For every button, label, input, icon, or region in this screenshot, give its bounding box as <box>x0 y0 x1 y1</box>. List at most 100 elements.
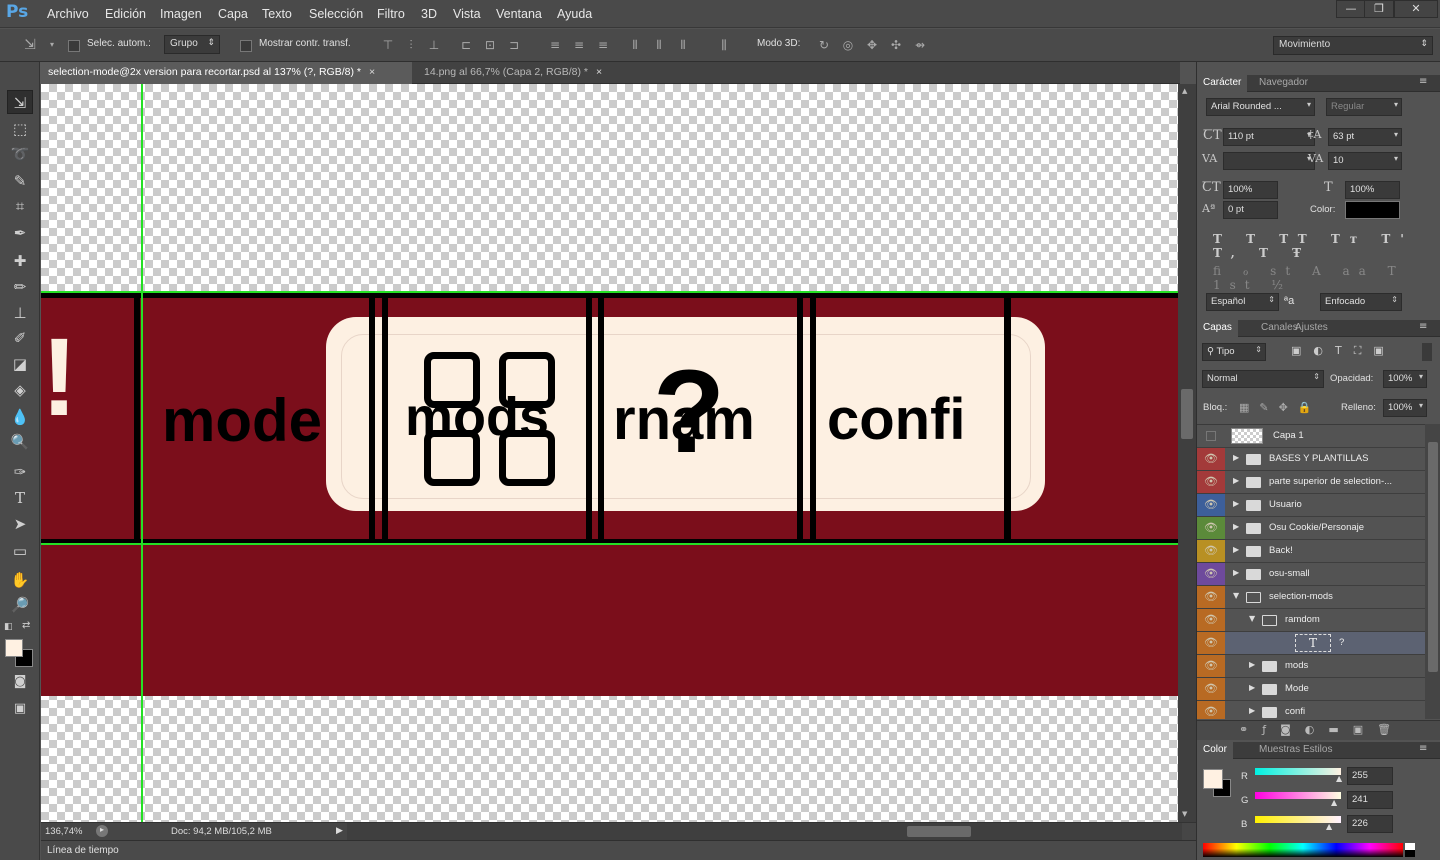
font-family-select[interactable]: Arial Rounded ... ▾ <box>1206 98 1315 116</box>
eye-icon[interactable]: 👁 <box>1197 540 1225 562</box>
eye-icon[interactable]: 👁 <box>1197 655 1225 677</box>
chevron-right-icon[interactable]: ▶ <box>1233 545 1239 554</box>
layer-row[interactable]: Capa 1 <box>1197 425 1425 448</box>
history-brush-tool-icon[interactable]: ✐ <box>7 326 33 350</box>
crop-tool-icon[interactable]: ⌗ <box>7 194 33 218</box>
hand-tool-icon[interactable]: ✋ <box>7 568 33 592</box>
layer-row[interactable]: 👁 ▶ Osu Cookie/Personaje <box>1197 517 1425 540</box>
rotate-3d-icon[interactable]: ↻ <box>816 37 832 53</box>
distribute-left-icon[interactable]: ⦀ <box>627 37 643 53</box>
close-window-button[interactable]: ✕ <box>1394 0 1438 18</box>
lock-icons[interactable]: ▦✎✥🔒 <box>1239 401 1322 414</box>
move-tool-preset-icon[interactable]: ⇲ <box>22 37 38 53</box>
roll-3d-icon[interactable]: ◎ <box>840 37 856 53</box>
b-value-field[interactable]: 226 <box>1347 815 1393 833</box>
canvas-vertical-scrollbar[interactable]: ▲ ▼ <box>1178 84 1196 822</box>
text-style-icons[interactable]: T T TT Tт T' T, T Ŧ <box>1213 232 1440 260</box>
vertical-scale-field[interactable]: 100% <box>1223 181 1278 199</box>
paint-bucket-tool-icon[interactable]: ◈ <box>7 378 33 402</box>
tracking-field[interactable]: 10 ▾ <box>1328 152 1402 170</box>
dodge-tool-icon[interactable]: 🔍 <box>7 430 33 454</box>
panel-menu-icon[interactable]: ≡ <box>1419 321 1427 332</box>
layer-row[interactable]: 👁 ▶ parte superior de selection-... <box>1197 471 1425 494</box>
opacity-field[interactable]: 100% ▾ <box>1383 370 1427 388</box>
move-tool-icon[interactable]: ⇲ <box>7 90 33 114</box>
align-top-icon[interactable]: ⊤ <box>380 37 396 53</box>
eye-icon[interactable]: 👁 <box>1197 517 1225 539</box>
align-left-icon[interactable]: ⊏ <box>458 37 474 53</box>
baseline-shift-field[interactable]: 0 pt <box>1223 201 1278 219</box>
eye-icon[interactable]: 👁 <box>1197 471 1225 493</box>
chevron-right-icon[interactable]: ▶ <box>1233 522 1239 531</box>
menu-ayuda[interactable]: Ayuda <box>557 7 592 21</box>
g-slider-thumb[interactable]: ▲ <box>1331 798 1337 807</box>
g-slider[interactable] <box>1255 792 1341 799</box>
menu-seleccion[interactable]: Selección <box>309 7 363 21</box>
path-selection-tool-icon[interactable]: ➤ <box>7 512 33 536</box>
restore-button[interactable]: ❐ <box>1364 0 1394 18</box>
color-spectrum-bar[interactable] <box>1203 843 1403 857</box>
tab-caracter[interactable]: Carácter <box>1197 75 1248 92</box>
layer-row[interactable]: 👁 ▶ confi <box>1197 701 1425 719</box>
eye-icon[interactable]: 👁 <box>1197 701 1225 719</box>
status-arrow-icon[interactable]: ▶ <box>336 825 343 836</box>
auto-align-icon[interactable]: ⫼ <box>716 37 732 53</box>
menu-filtro[interactable]: Filtro <box>377 7 405 21</box>
lasso-tool-icon[interactable]: ➰ <box>7 142 33 166</box>
chevron-right-icon[interactable]: ▶ <box>1233 476 1239 485</box>
tab-selection-mode-psd[interactable]: selection-mode@2x version para recortar.… <box>40 62 412 84</box>
scroll-down-icon[interactable]: ▼ <box>1182 810 1187 818</box>
align-bottom-icon[interactable]: ⊥ <box>426 37 442 53</box>
layer-filter-icons[interactable]: ▣◐T⛶▣ <box>1291 344 1396 358</box>
document-canvas[interactable]: ! mode mods ? rnam confi <box>41 84 1178 822</box>
layers-scroll-thumb[interactable] <box>1428 442 1438 672</box>
quick-selection-tool-icon[interactable]: ✎ <box>7 169 33 193</box>
minimize-button[interactable]: — <box>1336 0 1366 18</box>
screen-mode-icon[interactable]: ▣ <box>7 697 33 721</box>
tab-ajustes[interactable]: Ajustes <box>1289 320 1334 337</box>
menu-archivo[interactable]: Archivo <box>47 7 89 21</box>
eye-icon[interactable]: 👁 <box>1197 563 1225 585</box>
quick-mask-icon[interactable]: ◙ <box>7 670 33 694</box>
chevron-right-icon[interactable]: ▶ <box>1233 453 1239 462</box>
align-right-icon[interactable]: ⊐ <box>506 37 522 53</box>
menu-vista[interactable]: Vista <box>453 7 481 21</box>
distribute-hcenter-icon[interactable]: ⦀ <box>651 37 667 53</box>
chevron-down-icon[interactable]: ▾ <box>44 37 60 53</box>
show-transform-checkbox[interactable] <box>240 40 252 52</box>
r-slider[interactable] <box>1255 768 1341 775</box>
healing-brush-tool-icon[interactable]: ✚ <box>7 249 33 273</box>
chevron-right-icon[interactable]: ▶ <box>1249 660 1255 669</box>
r-slider-thumb[interactable]: ▲ <box>1336 774 1342 783</box>
pen-tool-icon[interactable]: ✑ <box>7 460 33 484</box>
panel-menu-icon[interactable]: ≡ <box>1419 743 1427 754</box>
r-value-field[interactable]: 255 <box>1347 767 1393 785</box>
horizontal-guide[interactable] <box>41 291 1178 293</box>
eye-icon[interactable]: 👁 <box>1197 632 1225 654</box>
layer-row[interactable]: 👁 ▼ selection-mods <box>1197 586 1425 609</box>
auto-select-checkbox[interactable] <box>68 40 80 52</box>
language-select[interactable]: Español ⇕ <box>1206 293 1279 311</box>
b-slider-thumb[interactable]: ▲ <box>1326 822 1332 831</box>
distribute-vcenter-icon[interactable]: ≡ <box>571 37 587 53</box>
layer-row[interactable]: 👁 ▼ ramdom <box>1197 609 1425 632</box>
scroll-thumb[interactable] <box>1181 389 1193 439</box>
white-swatch[interactable] <box>1405 843 1415 850</box>
eye-icon[interactable]: 👁 <box>1197 678 1225 700</box>
tab-capas[interactable]: Capas <box>1197 320 1238 337</box>
layer-row[interactable]: 👁 ▶ Back! <box>1197 540 1425 563</box>
layer-row[interactable]: 👁 ▶ Usuario <box>1197 494 1425 517</box>
tab-estilos[interactable]: Estilos <box>1297 742 1338 759</box>
distribute-bottom-icon[interactable]: ≡ <box>595 37 611 53</box>
layer-row[interactable]: 👁 ▶ Mode <box>1197 678 1425 701</box>
black-swatch[interactable] <box>1405 850 1415 857</box>
visibility-empty-icon[interactable] <box>1197 425 1225 447</box>
chevron-right-icon[interactable]: ▶ <box>1249 706 1255 715</box>
layer-row[interactable]: 👁 ▶ osu-small <box>1197 563 1425 586</box>
eraser-tool-icon[interactable]: ◪ <box>7 352 33 376</box>
menu-capa[interactable]: Capa <box>218 7 248 21</box>
menu-imagen[interactable]: Imagen <box>160 7 202 21</box>
panel-menu-icon[interactable]: ≡ <box>1419 76 1427 87</box>
zoom-level[interactable]: 136,74% <box>45 826 83 837</box>
filter-toggle[interactable] <box>1422 343 1432 361</box>
